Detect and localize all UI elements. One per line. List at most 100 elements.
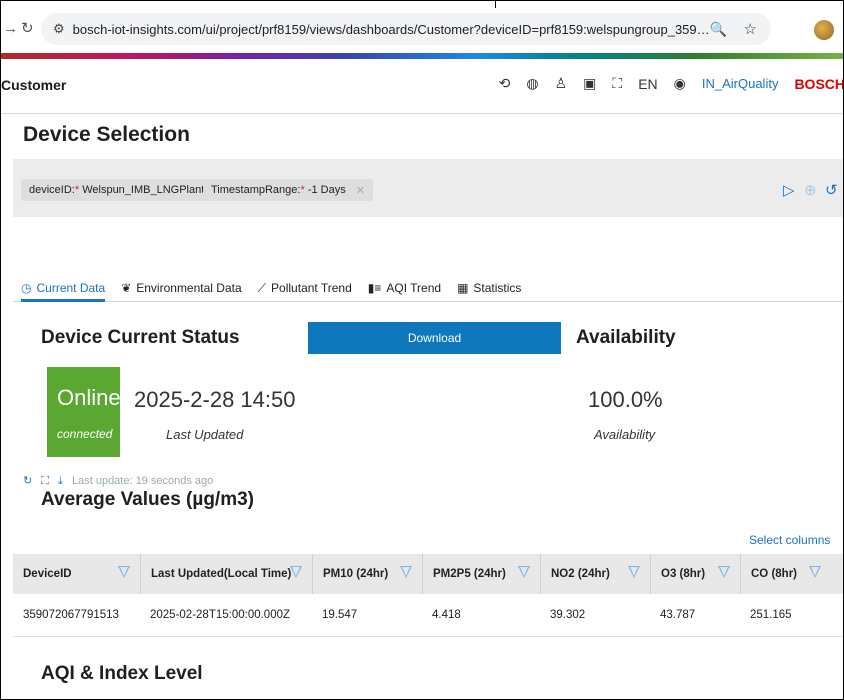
filter-icon[interactable] xyxy=(400,566,412,578)
line-chart-icon: ⟋ xyxy=(257,280,267,295)
reset-icon[interactable]: ↺ xyxy=(825,181,838,199)
table-header-row: DeviceID Last Updated(Local Time) PM10 (… xyxy=(13,554,843,594)
column-header[interactable]: DeviceID xyxy=(13,554,140,594)
column-header[interactable]: PM10 (24hr) xyxy=(312,554,422,594)
header-actions: ⟲ ◍ ♙ ▣ ⛶ EN ◉ IN_AirQuality BOSCH xyxy=(499,75,844,92)
active-tab-indicator xyxy=(21,299,105,302)
tab-label: Pollutant Trend xyxy=(271,281,352,295)
average-values-table: DeviceID Last Updated(Local Time) PM10 (… xyxy=(13,554,843,637)
cell-pm10: 19.547 xyxy=(322,609,358,621)
filter-icon[interactable] xyxy=(518,566,530,578)
chip-key: TimestampRange: xyxy=(211,184,301,196)
last-updated-label: Last Updated xyxy=(166,427,244,442)
address-bar[interactable]: ⚙ bosch-iot-insights.com/ui/project/prf8… xyxy=(41,13,771,45)
availability-value: 100.0% xyxy=(588,387,663,412)
availability-title: Availability xyxy=(576,327,676,348)
download-icon[interactable]: ⤓ xyxy=(58,475,63,487)
award-icon[interactable]: ♙ xyxy=(555,75,568,92)
page-frame: → ↻ ⚙ bosch-iot-insights.com/ui/project/… xyxy=(0,0,844,700)
close-icon[interactable]: ✕ xyxy=(356,184,365,197)
refresh-icon[interactable]: ↻ xyxy=(23,475,32,487)
tab-pollutant-trend[interactable]: ⟋ Pollutant Trend xyxy=(258,281,352,296)
tab-label: Environmental Data xyxy=(136,281,242,295)
filter-icon[interactable] xyxy=(628,566,640,578)
cell-device-id: 359072067791513 xyxy=(23,609,119,621)
cell-pm2p5: 4.418 xyxy=(432,609,461,621)
status-text: Online xyxy=(57,385,121,410)
chip-value: -1 Days xyxy=(307,184,346,196)
cell-no2: 39.302 xyxy=(550,609,586,621)
filter-icon[interactable] xyxy=(118,566,130,578)
clock-icon: ◷ xyxy=(21,281,32,295)
globe-icon[interactable]: ◍ xyxy=(526,75,538,92)
page-title: Customer xyxy=(1,77,67,93)
user-icon[interactable]: ◉ xyxy=(674,75,686,92)
bars-icon: ▮≡ xyxy=(367,281,382,295)
required-marker: * xyxy=(74,184,80,196)
site-settings-icon[interactable]: ⚙ xyxy=(53,21,65,37)
table-row: 359072067791513 2025-02-28T15:00:00.000Z… xyxy=(13,594,843,637)
chip-value: Welspun_IMB_LNGPlant_1 xyxy=(82,184,217,196)
tab-label: AQI Trend xyxy=(386,281,442,295)
tab-label: Statistics xyxy=(473,281,522,295)
column-label: PM2P5 (24hr) xyxy=(433,568,506,580)
url-text: bosch-iot-insights.com/ui/project/prf815… xyxy=(72,21,713,37)
leaf-icon: ❦ xyxy=(121,281,132,295)
current-status-title: Device Current Status xyxy=(41,327,240,348)
dashboard-tabs: ◷ Current Data ❦ Environmental Data ⟋ Pollu… xyxy=(21,275,537,301)
filter-icon[interactable] xyxy=(809,566,821,578)
reload-icon[interactable]: ↻ xyxy=(21,19,34,39)
column-header[interactable]: PM2P5 (24hr) xyxy=(422,554,540,594)
column-header[interactable]: O3 (8hr) xyxy=(650,554,740,594)
column-header[interactable]: Last Updated(Local Time) xyxy=(140,554,312,594)
column-label: O3 (8hr) xyxy=(661,568,706,580)
availability-label: Availability xyxy=(594,427,656,442)
browser-toolbar: → ↻ ⚙ bosch-iot-insights.com/ui/project/… xyxy=(1,9,843,49)
brand-logo: BOSCH xyxy=(794,75,844,92)
forward-icon[interactable]: → xyxy=(3,19,18,39)
required-marker: * xyxy=(300,184,305,196)
column-header[interactable]: NO2 (24hr) xyxy=(540,554,650,594)
download-button[interactable]: Download xyxy=(308,322,561,354)
column-header[interactable]: CO (8hr) xyxy=(740,554,831,594)
filter-icon[interactable] xyxy=(718,566,730,578)
tab-statistics[interactable]: ▦ Statistics xyxy=(457,281,521,295)
add-icon[interactable]: ⊕ xyxy=(804,181,817,199)
tab-label: Current Data xyxy=(36,281,106,295)
app-header: Customer ⟲ ◍ ♙ ▣ ⛶ EN ◉ IN_AirQuality BO… xyxy=(1,59,844,114)
tab-divider xyxy=(13,301,843,302)
column-label: Last Updated(Local Time) xyxy=(151,568,292,580)
device-selection-title: Device Selection xyxy=(23,123,190,146)
tab-current-data[interactable]: ◷ Current Data xyxy=(21,281,105,295)
aqi-section-title: AQI & Index Level xyxy=(41,663,203,684)
last-update-text: Last update: 19 seconds ago xyxy=(71,475,214,487)
tab-environmental-data[interactable]: ❦ Environmental Data xyxy=(121,281,241,295)
filter-bar: deviceID:* Welspun_IMB_LNGPlant_1 ✕ Time… xyxy=(13,159,843,217)
top-divider xyxy=(1,1,496,8)
last-updated-value: 2025-2-28 14:50 xyxy=(134,387,296,412)
fullscreen-icon[interactable]: ⛶ xyxy=(612,75,622,92)
tab-aqi-trend[interactable]: ▮≡ AQI Trend xyxy=(368,281,441,295)
bookmark-star-icon[interactable]: ☆ xyxy=(744,20,757,38)
expand-icon[interactable]: ⛶ xyxy=(41,475,49,487)
select-columns-label: Select columns xyxy=(749,533,831,547)
cell-co: 251.165 xyxy=(750,609,792,621)
history-icon[interactable]: ⟲ xyxy=(499,75,511,92)
average-values-title: Average Values (µg/m3) xyxy=(41,489,254,510)
profile-avatar[interactable] xyxy=(814,20,834,40)
filter-icon[interactable] xyxy=(290,566,302,578)
zoom-icon[interactable]: 🔍 xyxy=(710,21,727,38)
column-label: DeviceID xyxy=(23,568,72,580)
column-label: NO2 (24hr) xyxy=(551,568,610,580)
status-badge: Online connected xyxy=(47,367,121,457)
play-icon[interactable]: ▷ xyxy=(783,181,795,199)
cell-last-updated: 2025-02-28T15:00:00.000Z xyxy=(150,609,291,621)
last-update-bar: ↻ ⛶ ⤓ Last update: 19 seconds ago xyxy=(23,474,219,488)
column-label: PM10 (24hr) xyxy=(323,568,389,580)
status-subtext: connected xyxy=(57,427,113,441)
project-link[interactable]: IN_AirQuality xyxy=(702,76,779,91)
cell-o3: 43.787 xyxy=(660,609,696,621)
language-selector[interactable]: EN xyxy=(638,76,657,92)
timestamp-filter-chip[interactable]: TimestampRange: * -1 Days ✕ xyxy=(203,179,373,201)
layout-icon[interactable]: ▣ xyxy=(583,75,596,92)
